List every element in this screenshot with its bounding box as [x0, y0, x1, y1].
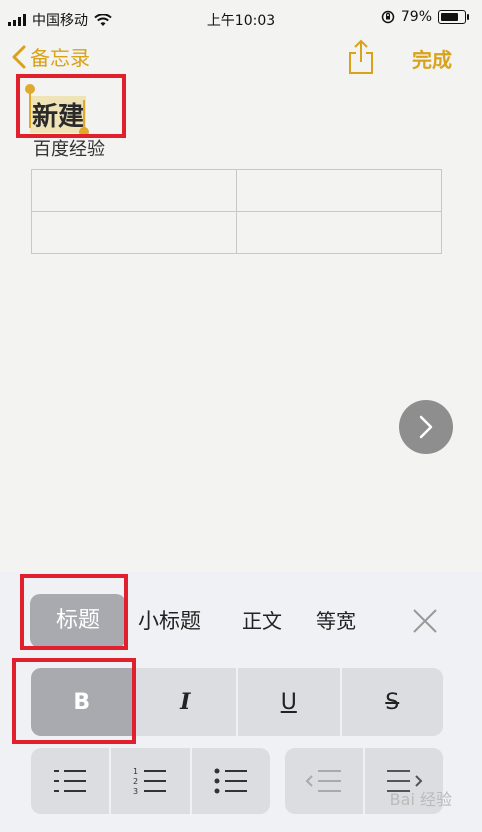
italic-label: I: [180, 689, 191, 715]
table-cell[interactable]: [236, 169, 442, 212]
back-label: 备忘录: [30, 46, 90, 70]
style-monospace-button[interactable]: 等宽: [316, 594, 356, 648]
numbered-list-icon: 1 2 3: [133, 767, 167, 796]
bulleted-list-button[interactable]: [191, 748, 270, 814]
chevron-left-icon: [12, 45, 26, 68]
done-button[interactable]: 完成: [412, 44, 452, 73]
highlight-box-bold: [12, 658, 136, 744]
highlight-box-title: [16, 74, 126, 138]
outdent-icon: [305, 770, 341, 792]
strikethrough-button[interactable]: S: [341, 668, 443, 736]
strikethrough-label: S: [385, 689, 400, 715]
style-body-button[interactable]: 正文: [242, 594, 282, 648]
table-row: [31, 211, 442, 254]
close-icon: [413, 609, 437, 633]
note-table[interactable]: [31, 169, 442, 254]
next-button[interactable]: [399, 400, 453, 454]
watermark: Bai 经验: [389, 790, 452, 809]
share-button[interactable]: [346, 38, 376, 80]
rotation-lock-icon: [381, 10, 395, 24]
bulleted-list-icon: [214, 768, 247, 794]
highlight-box-style: [20, 574, 128, 650]
dashed-list-button[interactable]: [31, 748, 110, 814]
underline-button[interactable]: U: [238, 668, 340, 736]
svg-text:2: 2: [133, 777, 138, 786]
list-style-group: 1 2 3: [31, 748, 270, 814]
italic-button[interactable]: I: [134, 668, 236, 736]
share-icon: [349, 39, 373, 74]
format-panel: 标题 小标题 正文 等宽 B I U S 1 2 3 Bai 经验: [0, 572, 482, 832]
battery-icon: [438, 10, 469, 24]
numbered-list-button[interactable]: 1 2 3: [111, 748, 190, 814]
svg-text:3: 3: [133, 787, 138, 796]
note-body-text[interactable]: 百度经验: [33, 135, 105, 161]
table-cell[interactable]: [31, 169, 237, 212]
dashed-list-icon: [54, 770, 87, 792]
battery-percent: 79%: [400, 9, 432, 25]
status-bar: 中国移动 上午10:03 79%: [0, 0, 482, 38]
close-panel-button[interactable]: [412, 608, 438, 638]
table-cell[interactable]: [31, 211, 237, 254]
back-button[interactable]: 备忘录: [12, 42, 90, 71]
style-subtitle-button[interactable]: 小标题: [138, 594, 201, 648]
outdent-button[interactable]: [285, 748, 363, 814]
chevron-right-icon: [419, 415, 433, 439]
table-cell[interactable]: [236, 211, 442, 254]
text-style-row: 标题 小标题 正文 等宽: [0, 572, 482, 667]
underline-label: U: [280, 689, 297, 715]
svg-text:1: 1: [133, 767, 138, 776]
table-row: [31, 169, 442, 212]
status-right: 79%: [381, 9, 469, 25]
